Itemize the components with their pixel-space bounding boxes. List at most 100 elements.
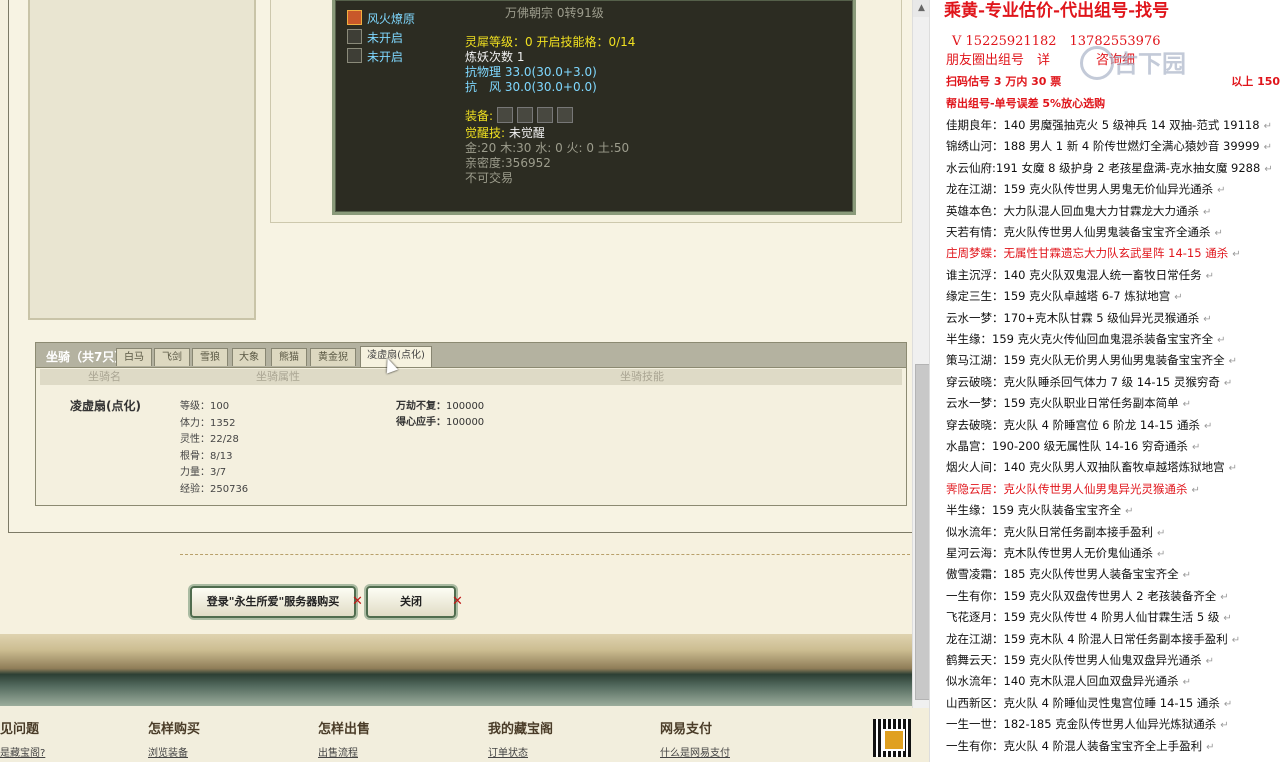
sidebar-account-line: 龙在江湖：159 克木队 4 阶混人日常任务副本接手盈利 ↵ xyxy=(946,631,1241,646)
sidebar-account-line: 策马江湖：159 克火队无价男人男仙男鬼装备宝宝齐全 ↵ xyxy=(946,353,1237,368)
return-mark-icon: ↵ xyxy=(1217,335,1226,346)
return-mark-icon: ↵ xyxy=(1223,377,1233,389)
return-mark-icon: ↵ xyxy=(1206,741,1215,753)
return-mark-icon: ↵ xyxy=(1223,698,1233,710)
sidebar-account-line: 山西新区：克火队 4 阶睡仙灵性鬼宫位睡 14-15 通杀 ↵ xyxy=(946,695,1233,710)
mount-tabbar: 坐骑（共7只） 白马 飞剑 雪狼 大象 熊猫 黄金猊 凌虚扇(点化) xyxy=(36,343,906,368)
return-mark-icon: ↵ xyxy=(1125,506,1134,518)
sidebar-account-line: 缘定三生：159 克火队卓越塔 6-7 炼狱地宫 ↵ xyxy=(946,289,1183,304)
return-mark-icon: ↵ xyxy=(1174,292,1183,304)
col-mount-name: 坐骑名 xyxy=(88,370,121,383)
sidebar-account-line: 飞花逐月：159 克火队传世 4 阶男人仙甘霖生活 5 级 ↵ xyxy=(946,610,1232,625)
mount-title: 坐骑（共7只） xyxy=(46,350,127,364)
equip-slot-icon xyxy=(536,107,553,123)
sidebar-account-line: 霁隐云居：克火队传世男人仙男鬼异光灵猴通杀 ↵ xyxy=(946,481,1200,496)
footer-links: 见问题 是藏宝阁? 怎样购买 浏览装备 怎样出售 出售流程 我的藏宝阁 订单状态… xyxy=(0,706,912,762)
mount-column-headers: 坐骑名 坐骑属性 坐骑技能 xyxy=(40,369,902,385)
return-mark-icon: ↵ xyxy=(1263,121,1272,132)
pet-tooltip: 万佛朝宗 0转91级 风火燎原 未开启 未开启 灵犀等级：0 开启技能格：0/1… xyxy=(332,0,856,215)
tab-mount-4[interactable]: 大象 xyxy=(232,348,266,366)
footer-banner xyxy=(0,634,912,706)
return-mark-icon: ↵ xyxy=(1231,634,1241,646)
return-mark-icon: ↵ xyxy=(1232,249,1241,261)
return-mark-icon: ↵ xyxy=(1220,720,1229,732)
return-mark-icon: ↵ xyxy=(1214,228,1223,239)
mount-panel: 坐骑（共7只） 白马 飞剑 雪狼 大象 熊猫 黄金猊 凌虚扇(点化) 坐骑名 坐… xyxy=(35,342,907,506)
sidebar-account-line: 龙在江湖：159 克火队传世男人男鬼无价仙异光通杀 ↵ xyxy=(946,182,1226,197)
col-mount-attrs: 坐骑属性 xyxy=(256,370,300,383)
return-mark-icon: ↵ xyxy=(1228,463,1237,475)
return-mark-icon: ↵ xyxy=(1157,527,1166,539)
dotted-divider xyxy=(180,554,910,555)
footer-link-faq[interactable]: 是藏宝阁? xyxy=(0,744,45,759)
return-mark-icon: ↵ xyxy=(1205,656,1214,667)
footer-link-pay[interactable]: 什么是网易支付 xyxy=(660,744,730,759)
footer-head-sell: 怎样出售 xyxy=(318,722,371,737)
equip-slot-icon xyxy=(516,107,533,123)
footer-head-faq: 见问题 xyxy=(0,722,40,737)
vertical-scrollbar[interactable]: ▲ xyxy=(912,0,930,708)
sidebar-account-line: 锦绣山河：188 男人 1 新 4 阶传世燃灯全满心猿妙音 39999 ↵ xyxy=(946,139,1272,154)
sidebar-account-line: 傲雪凌霜：185 克火队传世男人装备宝宝齐全 ↵ xyxy=(946,567,1191,582)
sidebar-account-line: 穿去破晓：克火队 4 阶睡宫位 6 阶龙 14-15 通杀 ↵ xyxy=(946,417,1213,432)
tab-mount-6[interactable]: 黄金猊 xyxy=(310,348,356,366)
sidebar-promo-2: 帮出组号-单号误差 5%放心选购 xyxy=(946,97,1106,110)
return-mark-icon: ↵ xyxy=(1182,570,1191,582)
footer-head-pay: 网易支付 xyxy=(660,722,713,737)
return-mark-icon: ↵ xyxy=(1223,613,1232,625)
tab-mount-1[interactable]: 白马 xyxy=(116,348,152,366)
attr-exp: 经验：250736 xyxy=(180,484,249,495)
tab-mount-5[interactable]: 熊猫 xyxy=(271,348,307,366)
equip-row: 装备: xyxy=(465,107,577,124)
sidebar-account-line: 天若有情：克火队传世男人仙男鬼装备宝宝齐全通杀 ↵ xyxy=(946,225,1223,239)
skill-row-1: 风火燎原 xyxy=(347,10,415,27)
tab-mount-3[interactable]: 雪狼 xyxy=(192,348,228,366)
return-mark-icon: ↵ xyxy=(1182,677,1191,689)
return-mark-icon: ↵ xyxy=(1182,399,1191,411)
return-mark-icon: ↵ xyxy=(1203,420,1213,432)
resist-wind: 抗 风 30.0(30.0+0.0) xyxy=(465,80,597,94)
sidebar-account-line: 庄周梦蝶：无属性甘霖遗忘大力队玄武星阵 14-15 通杀 ↵ xyxy=(946,246,1241,261)
sidebar-promo-1: 扫码估号 3 万内 30 票以上 150 xyxy=(946,75,1280,88)
trade-page: 万佛朝宗 0转91级 风火燎原 未开启 未开启 灵犀等级：0 开启技能格：0/1… xyxy=(0,0,912,762)
sidebar-account-line: 水晶宫：190-200 级无属性队 14-16 穷奇通杀 ↵ xyxy=(946,439,1201,453)
login-buy-button[interactable]: 登录"永生所爱"服务器购买 xyxy=(190,586,356,618)
footer-link-browse[interactable]: 浏览装备 xyxy=(148,744,188,759)
return-mark-icon: ↵ xyxy=(1191,484,1200,496)
sidebar-account-line: 云水一梦：170+克木队甘霖 5 级仙异光灵猴通杀 ↵ xyxy=(946,310,1212,325)
tooltip-truncated-line: 万佛朝宗 0转91级 xyxy=(505,6,604,20)
sidebar-account-line: 穿云破晓：克火队睡杀回气体力 7 级 14-15 灵猴穷奇 ↵ xyxy=(946,374,1233,389)
return-mark-icon: ↵ xyxy=(1191,442,1201,453)
scroll-up-arrow-icon[interactable]: ▲ xyxy=(913,0,930,17)
sidebar-account-line: 半生缘：159 克火队装备宝宝齐全 ↵ xyxy=(946,503,1134,518)
footer-link-sell-flow[interactable]: 出售流程 xyxy=(318,744,358,759)
col-mount-skills: 坐骑技能 xyxy=(620,370,664,383)
attr-level: 等级：100 xyxy=(180,401,230,412)
close-x-icon: ✕ xyxy=(352,594,363,609)
sidebar-account-line: 佳期良年：140 男魔强抽克火 5 级神兵 14 双抽-范式 19118 ↵ xyxy=(946,118,1272,132)
footer-link-orders[interactable]: 订单状态 xyxy=(488,744,528,759)
close-button[interactable]: 关闭 xyxy=(366,586,456,618)
sidebar-account-line: 鹤舞云天：159 克火队传世男人仙鬼双盘异光通杀 ↵ xyxy=(946,653,1214,667)
attr-stamina: 体力：1352 xyxy=(180,418,236,429)
return-mark-icon: ↵ xyxy=(1203,313,1212,325)
sidebar-account-line: 一生有你：159 克火队双盘传世男人 2 老孩装备齐全 ↵ xyxy=(946,588,1229,603)
return-mark-icon: ↵ xyxy=(1264,163,1273,175)
sidebar-ad-panel: 乘黄-专业估价-代出组号-找号 V 15225921182 1378255397… xyxy=(929,0,1280,762)
return-mark-icon: ↵ xyxy=(1263,142,1272,154)
locked-slot-icon xyxy=(347,48,362,63)
close-x-icon: ✕ xyxy=(452,594,463,609)
scroll-thumb[interactable] xyxy=(915,364,930,700)
fire-skill-icon xyxy=(347,10,362,25)
untradeable-note: 不可交易 xyxy=(465,171,514,185)
tab-mount-2[interactable]: 飞剑 xyxy=(154,348,190,366)
mount-skill-2: 得心应手：100000 xyxy=(396,417,485,428)
attr-strength: 力量：3/7 xyxy=(180,467,227,478)
sidebar-header: 乘黄-专业估价-代出组号-找号 xyxy=(944,1,1170,21)
mount-row: 凌虚扇(点化) 等级：100 体力：1352 灵性：22/28 根骨：8/13 … xyxy=(40,385,902,499)
sidebar-account-line: 半生缘：159 克火克火传仙回血鬼混杀装备宝宝齐全 ↵ xyxy=(946,332,1226,346)
sidebar-account-line: 似水流年：克火队日常任务副本接手盈利 ↵ xyxy=(946,524,1166,539)
equip-slot-icon xyxy=(496,107,513,123)
mount-skill-1: 万劫不复：100000 xyxy=(396,401,485,412)
attr-spirit: 灵性：22/28 xyxy=(180,434,239,445)
